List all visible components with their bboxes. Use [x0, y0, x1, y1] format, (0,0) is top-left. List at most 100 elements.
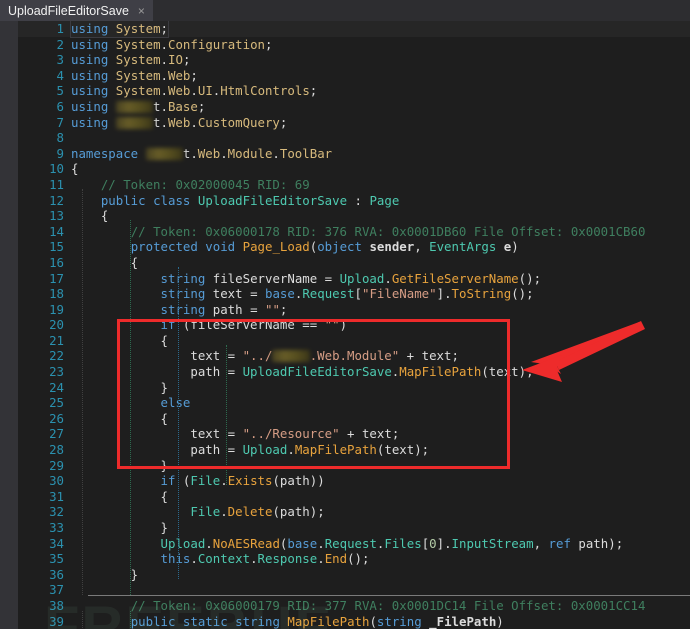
- code-line[interactable]: 32 File.Delete(path);: [18, 504, 690, 520]
- line-code: {: [71, 254, 139, 270]
- line-number: 17: [49, 270, 64, 286]
- code-line[interactable]: 8: [18, 130, 690, 146]
- tab-uploadfileeditorsave[interactable]: UploadFileEditorSave ×: [0, 0, 153, 21]
- code-line[interactable]: 23 path = UploadFileEditorSave.MapFilePa…: [18, 364, 690, 380]
- line-code: }: [71, 379, 168, 395]
- code-line[interactable]: 9 namespace t.Web.Module.ToolBar: [18, 146, 690, 162]
- line-number: 20: [49, 317, 64, 333]
- code-line[interactable]: 20 if (fileServerName == ""): [18, 317, 690, 333]
- code-line[interactable]: 12 public class UploadFileEditorSave : P…: [18, 193, 690, 209]
- line-number: 24: [49, 379, 64, 395]
- code-line[interactable]: 33 }: [18, 520, 690, 536]
- line-code: if (fileServerName == ""): [160, 317, 348, 333]
- line-number: 18: [49, 286, 64, 302]
- code-line[interactable]: 17 string fileServerName = Upload.GetFil…: [18, 271, 690, 287]
- line-number: 6: [56, 98, 64, 114]
- line-number: 39: [49, 613, 64, 629]
- line-number: 36: [49, 566, 64, 582]
- code-line[interactable]: 29 }: [18, 458, 690, 474]
- line-code: path = Upload.MapFilePath(text);: [190, 442, 430, 458]
- line-number: 30: [49, 473, 64, 489]
- code-line[interactable]: 34 Upload.NoAESRead(base.Request.Files[0…: [18, 536, 690, 552]
- line-number: 25: [49, 395, 64, 411]
- code-editor[interactable]: FREEBUF 1 using System; 2 using System.Conf…: [18, 21, 690, 629]
- line-code: using System.Configuration;: [71, 36, 273, 52]
- line-number: 11: [49, 176, 64, 192]
- line-number: 9: [56, 145, 64, 161]
- line-number: 5: [56, 83, 64, 99]
- code-line[interactable]: 11 // Token: 0x02000045 RID: 69: [18, 177, 690, 193]
- code-line[interactable]: 35 this.Context.Response.End();: [18, 551, 690, 567]
- line-number: 4: [56, 67, 64, 83]
- code-line[interactable]: 14 // Token: 0x06000178 RID: 376 RVA: 0x…: [18, 224, 690, 240]
- line-code: public class UploadFileEditorSave : Page: [100, 192, 400, 208]
- line-code: {: [71, 161, 79, 177]
- line-number: 12: [49, 192, 64, 208]
- tab-strip: UploadFileEditorSave ×: [0, 0, 690, 21]
- line-number: 32: [49, 504, 64, 520]
- code-line[interactable]: 18 string text = base.Request["FileName"…: [18, 286, 690, 302]
- code-line[interactable]: 22 text = "../.Web.Module" + text;: [18, 348, 690, 364]
- member-separator-line: [88, 595, 690, 596]
- line-number: 35: [49, 551, 64, 567]
- line-code: {: [71, 332, 168, 348]
- code-line[interactable]: 27 text = "../Resource" + text;: [18, 426, 690, 442]
- code-line[interactable]: 30 if (File.Exists(path)): [18, 473, 690, 489]
- code-line[interactable]: 28 path = Upload.MapFilePath(text);: [18, 442, 690, 458]
- line-code: public static string MapFilePath(string …: [130, 613, 504, 629]
- line-number: 19: [49, 301, 64, 317]
- line-number: 23: [49, 364, 64, 380]
- code-lines-container[interactable]: 1 using System; 2 using System.Configuratio…: [18, 21, 690, 629]
- code-line[interactable]: 2 using System.Configuration;: [18, 37, 690, 53]
- line-code: text = "../.Web.Module" + text;: [190, 348, 459, 364]
- line-code: namespace t.Web.Module.ToolBar: [71, 145, 333, 161]
- code-line[interactable]: 19 string path = "";: [18, 302, 690, 318]
- code-line[interactable]: 15 protected void Page_Load(object sende…: [18, 239, 690, 255]
- code-line[interactable]: 39 public static string MapFilePath(stri…: [18, 614, 690, 629]
- line-code: using System.IO;: [71, 52, 191, 68]
- line-code: File.Delete(path);: [190, 504, 325, 520]
- code-line[interactable]: 5 using System.Web.UI.HtmlControls;: [18, 83, 690, 99]
- code-line[interactable]: 13 {: [18, 208, 690, 224]
- code-line[interactable]: 1 using System;: [18, 21, 690, 38]
- code-line[interactable]: 31 {: [18, 489, 690, 505]
- line-code: }: [71, 520, 168, 535]
- editor-left-margin-bar: [0, 21, 18, 629]
- line-code: }: [71, 457, 168, 473]
- line-code: text = "../Resource" + text;: [190, 426, 400, 442]
- close-icon[interactable]: ×: [136, 5, 147, 17]
- code-line[interactable]: 7 using t.Web.CustomQuery;: [18, 115, 690, 131]
- line-number: 34: [49, 535, 64, 551]
- code-line[interactable]: 3 using System.IO;: [18, 52, 690, 68]
- line-code: if (File.Exists(path)): [160, 473, 325, 489]
- code-line[interactable]: 16 {: [18, 255, 690, 271]
- code-line[interactable]: 38 // Token: 0x06000179 RID: 377 RVA: 0x…: [18, 598, 690, 614]
- line-code: // Token: 0x02000045 RID: 69: [100, 176, 310, 192]
- code-line[interactable]: 21 {: [18, 333, 690, 349]
- line-code: }: [71, 566, 139, 582]
- code-line[interactable]: 24 }: [18, 380, 690, 396]
- line-code: {: [71, 488, 168, 504]
- line-number: 26: [49, 410, 64, 426]
- line-code: path = UploadFileEditorSave.MapFilePath(…: [190, 364, 534, 380]
- line-number: 37: [49, 582, 64, 598]
- line-number: 15: [49, 239, 64, 255]
- line-number: 16: [49, 254, 64, 270]
- code-line[interactable]: 10 {: [18, 161, 690, 177]
- code-line[interactable]: 4 using System.Web;: [18, 68, 690, 84]
- code-line[interactable]: 25 else: [18, 395, 690, 411]
- code-line[interactable]: 6 using t.Base;: [18, 99, 690, 115]
- code-line[interactable]: 36 }: [18, 567, 690, 583]
- line-code: else: [160, 395, 191, 411]
- line-number: 21: [49, 332, 64, 348]
- line-number: 33: [49, 520, 64, 535]
- code-line[interactable]: 26 {: [18, 411, 690, 427]
- line-code: using System;: [69, 21, 170, 38]
- line-number: 1: [56, 21, 64, 36]
- line-number: 31: [49, 488, 64, 504]
- line-code: Upload.NoAESRead(base.Request.Files[0].I…: [160, 535, 624, 551]
- line-number: 3: [56, 52, 64, 68]
- line-code: using System.Web.UI.HtmlControls;: [71, 83, 318, 99]
- line-number: 7: [56, 114, 64, 130]
- line-code: protected void Page_Load(object sender, …: [130, 239, 519, 255]
